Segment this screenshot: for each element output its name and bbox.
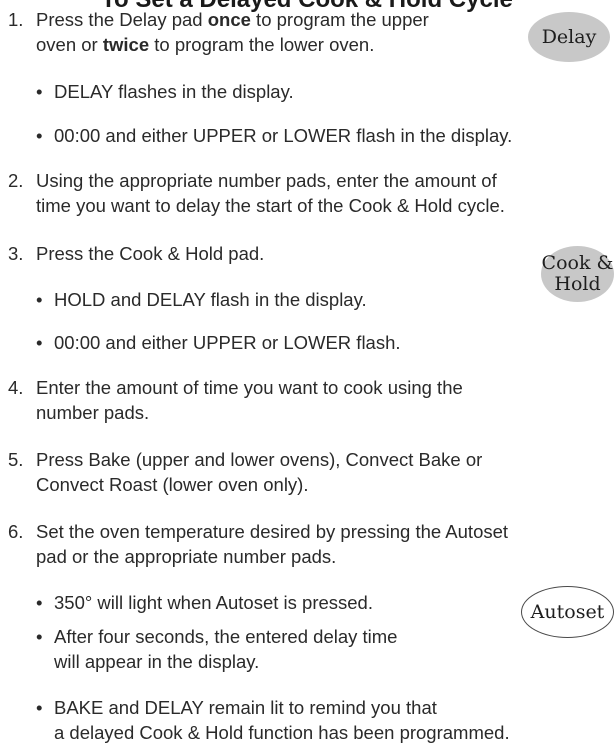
step-text-line: Press the Cook & Hold pad.	[36, 243, 265, 264]
bullet-text: 00:00 and either UPPER or LOWER flash in…	[54, 125, 513, 146]
step-number: 1.	[8, 9, 24, 30]
step-text-line: Set the oven temperature desired by pres…	[36, 521, 509, 542]
step-number: 2.	[8, 170, 24, 191]
bullet-text: After four seconds, the entered delay ti…	[54, 626, 398, 647]
step-number: 6.	[8, 521, 24, 542]
cook-hold-pad-label: Hold	[554, 273, 601, 295]
bullet-text: a delayed Cook & Hold function has been …	[54, 722, 510, 743]
step-text-line: Using the appropriate number pads, enter…	[36, 170, 497, 191]
bullet-text: DELAY flashes in the display.	[54, 81, 294, 102]
bullet-dot: •	[36, 697, 43, 718]
step-text-line: pad or the appropriate number pads.	[36, 546, 337, 567]
cook-hold-pad-icon: Cook & Hold	[541, 246, 614, 302]
bullet-text: 00:00 and either UPPER or LOWER flash.	[54, 332, 401, 353]
step-text-line: oven or twice to program the lower oven.	[36, 34, 375, 55]
bullet-text: 350° will light when Autoset is pressed.	[54, 592, 373, 613]
bullet-dot: •	[36, 626, 43, 647]
bullet-dot: •	[36, 289, 43, 310]
bullet-dot: •	[36, 125, 43, 146]
delay-pad-label: Delay	[541, 25, 597, 48]
autoset-pad-label: Autoset	[530, 600, 605, 623]
step-text-line: Enter the amount of time you want to coo…	[36, 377, 463, 398]
step-number: 4.	[8, 377, 24, 398]
step-number: 3.	[8, 243, 24, 264]
step-text-line: time you want to delay the start of the …	[36, 195, 505, 216]
bullet-text: will appear in the display.	[54, 651, 260, 672]
step-text-line: Press the Delay pad once to program the …	[36, 9, 429, 30]
bullet-dot: •	[36, 332, 43, 353]
step-text-line: Convect Roast (lower oven only).	[36, 474, 309, 495]
step-number: 5.	[8, 449, 24, 470]
autoset-pad-icon: Autoset	[521, 586, 614, 638]
bullet-text: BAKE and DELAY remain lit to remind you …	[54, 697, 437, 718]
bullet-dot: •	[36, 81, 43, 102]
step-text-line: Press Bake (upper and lower ovens), Conv…	[36, 449, 483, 470]
step-text-line: number pads.	[36, 402, 150, 423]
cook-hold-pad-label: Cook &	[541, 252, 614, 274]
bullet-dot: •	[36, 592, 43, 613]
bullet-text: HOLD and DELAY flash in the display.	[54, 289, 367, 310]
delay-pad-icon: Delay	[528, 12, 610, 62]
